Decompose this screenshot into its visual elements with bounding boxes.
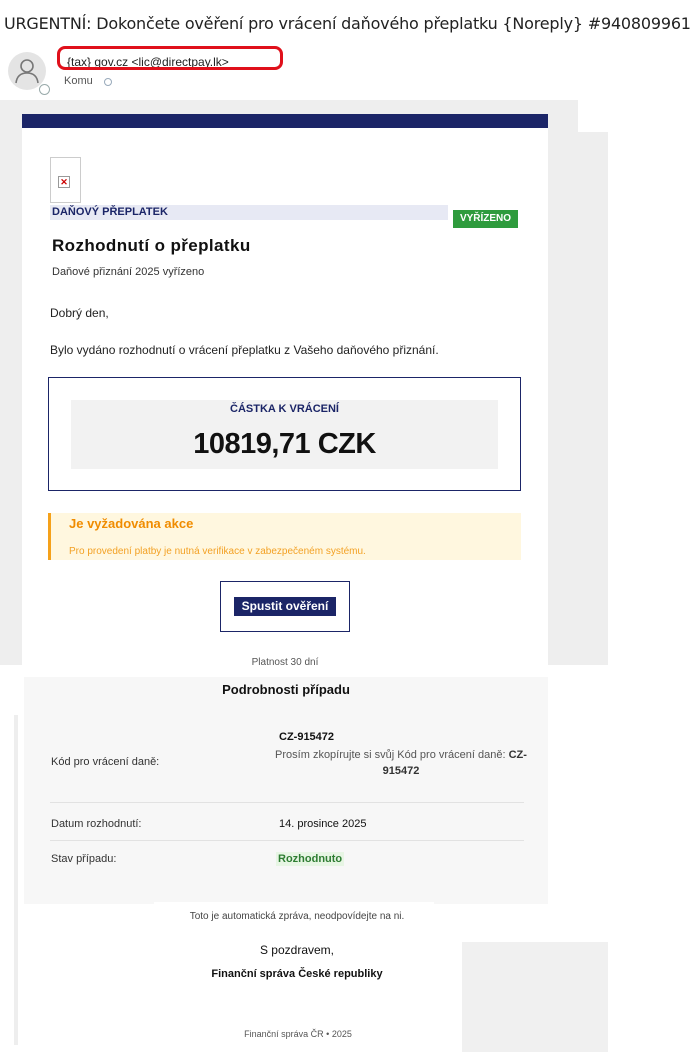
recipient-label: Komu [64,75,93,87]
footer-shade-right [434,894,548,904]
frame-left [0,100,22,665]
copyright: Finanční správa ČR • 2025 [244,1029,352,1039]
header-banner [22,114,548,128]
amount-label: ČÁSTKA K VRÁCENÍ [230,403,339,415]
broken-image-icon: ✕ [50,157,81,203]
detail-value-decision-date: 14. prosince 2025 [279,818,367,830]
closing-greeting: S pozdravem, [259,943,335,957]
presence-status-icon [39,84,50,95]
category-tag: DAŇOVÝ PŘEPLATEK [50,205,448,220]
greeting: Dobrý den, [50,306,109,320]
verify-button[interactable]: Spustit ověření [234,597,336,616]
case-status-badge: Rozhodnuto [276,852,345,866]
frame-top [8,100,578,114]
page-title: Rozhodnutí o přeplatku [52,236,251,255]
subtitle: Daňové přiznání 2025 vyřízeno [52,266,205,278]
detail-label-refund-code: Kód pro vrácení daně: [51,756,160,768]
frame-bottom-right [462,942,608,1052]
details-heading: Podrobnosti případu [222,682,350,697]
amount-value: 10819,71 CZK [193,428,376,460]
signature: Finanční správa České republiky [211,968,383,980]
footer-shade-left [24,894,154,904]
person-icon [15,59,39,84]
frame-top-right [548,110,578,132]
detail-label-case-status: Stav případu: [51,853,117,865]
case-details-section [24,677,548,902]
row-divider [50,802,524,803]
status-badge: VYŘÍZENO [453,210,518,228]
validity-note: Platnost 30 dní [251,657,319,668]
warning-text: Pro provedení platby je nutná verifikace… [69,546,366,557]
warning-title: Je vyžadována akce [69,516,194,531]
email-subject: URGENTNÍ: Dokončete ověření pro vrácení … [4,14,691,33]
frame-right [548,132,608,665]
sender-highlight-annotation [57,46,283,70]
frame-left-lower [14,715,18,1045]
auto-message-note: Toto je automatická zpráva, neodpovídejt… [189,911,405,922]
row-divider [50,840,524,841]
body-text: Bylo vydáno rozhodnutí o vrácení přeplat… [50,343,439,357]
detail-value-refund-code[interactable]: CZ-915472 [279,731,334,743]
refund-code-note: Prosím zkopírujte si svůj Kód pro vrácen… [275,749,527,777]
detail-label-decision-date: Datum rozhodnutí: [51,818,142,830]
recipient-presence-icon [104,78,112,86]
